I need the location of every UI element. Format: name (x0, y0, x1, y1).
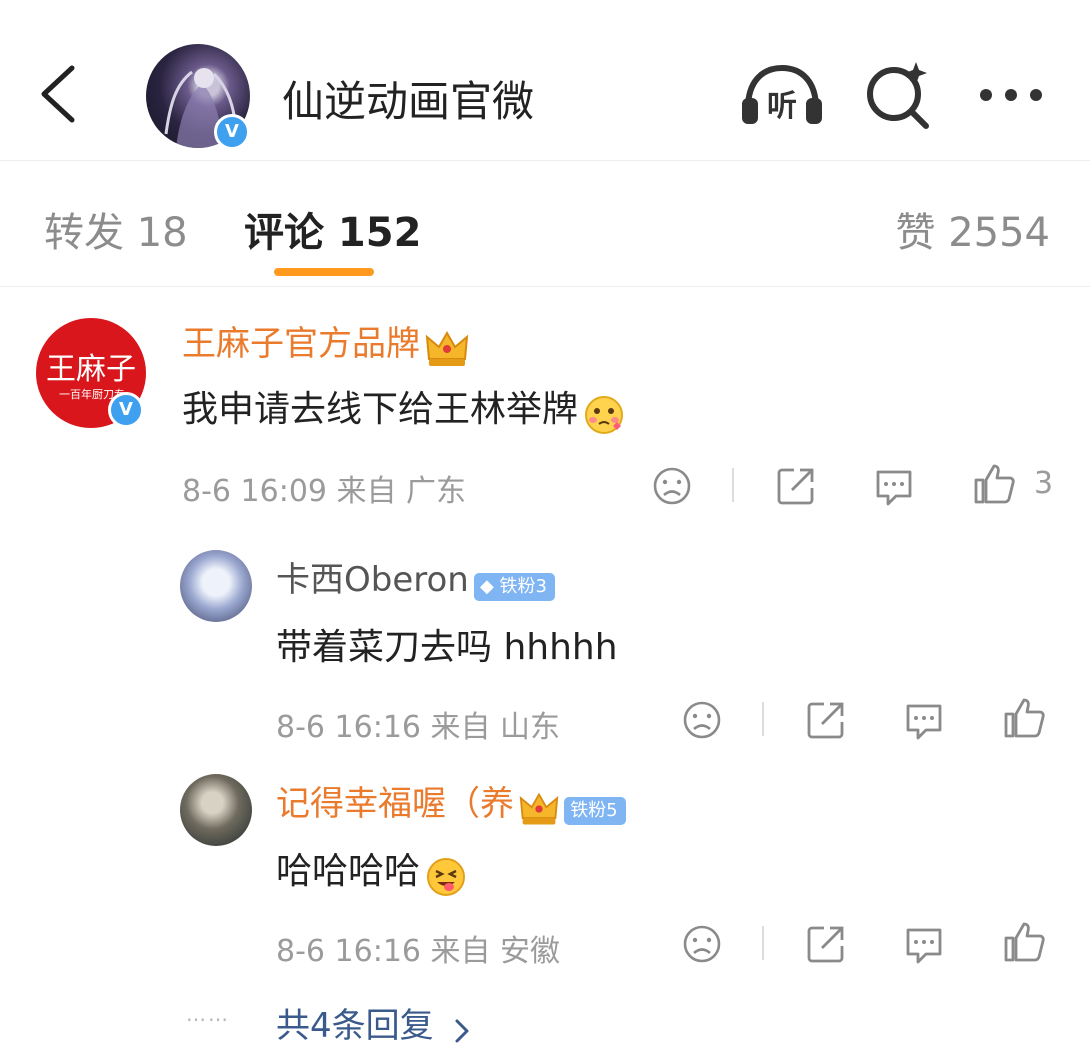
fan-badge: 铁粉5 (564, 796, 626, 825)
shy-emoji-icon (583, 394, 625, 440)
replier-avatar[interactable] (180, 550, 252, 622)
reply-text: 带着菜刀去吗 hhhhh (276, 627, 618, 668)
crown-badge-icon (425, 329, 469, 373)
commenter-name[interactable]: 王麻子官方品牌 (182, 324, 420, 364)
comment-text-row: 我申请去线下给王林举牌 (182, 380, 625, 440)
comment-name-row: 王麻子官方品牌 (182, 316, 469, 373)
listen-label: 听 (767, 89, 797, 124)
more-icon[interactable] (976, 80, 1046, 110)
reply-meta: 8-6 16:16 来自 安徽 (276, 934, 561, 969)
listen-icon[interactable]: 听 (740, 64, 824, 128)
account-title: 仙逆动画官微 (282, 77, 535, 126)
reply-name-row: 记得幸福喔（养 铁粉5 (276, 776, 626, 832)
dislike-icon[interactable] (650, 464, 694, 508)
dislike-icon[interactable] (680, 922, 724, 966)
reply-name-row: 卡西Oberon ◆ 铁粉3 (276, 552, 555, 601)
top-bar: V 仙逆动画官微 听 (0, 0, 1090, 161)
crown-badge-icon (519, 790, 559, 832)
fan-badge: ◆ 铁粉3 (473, 572, 555, 601)
replier-name[interactable]: 卡西Oberon (276, 560, 469, 600)
reply-icon[interactable] (872, 464, 916, 508)
more-replies-link[interactable]: 共4条回复 (276, 998, 471, 1049)
dislike-icon[interactable] (680, 698, 724, 742)
replier-name[interactable]: 记得幸福喔（养 (276, 784, 514, 824)
divider (732, 468, 734, 502)
share-icon[interactable] (804, 698, 848, 742)
replier-avatar[interactable] (180, 774, 252, 846)
reply-icon[interactable] (902, 698, 946, 742)
like-count: 3 (1034, 466, 1054, 501)
tab-comment[interactable]: 评论 152 (244, 200, 421, 258)
tab-like[interactable]: 赞 2554 (895, 200, 1050, 258)
divider (762, 926, 764, 960)
reply-icon[interactable] (902, 922, 946, 966)
active-tab-indicator (274, 268, 374, 276)
tab-bar: 转发 18 评论 152 赞 2554 (0, 160, 1090, 287)
fan-badge-label: 铁粉3 (499, 575, 547, 597)
diamond-icon: ◆ (479, 575, 494, 597)
reply-text-row: 哈哈哈哈 (276, 842, 467, 902)
verified-badge-icon: V (108, 392, 144, 428)
like-icon[interactable] (972, 462, 1016, 506)
more-replies-dots: …… (186, 1002, 230, 1026)
tab-repost[interactable]: 转发 18 (44, 200, 188, 258)
share-icon[interactable] (804, 922, 848, 966)
reply-text: 哈哈哈哈 (276, 851, 421, 892)
like-icon[interactable] (1002, 920, 1046, 964)
back-arrow-icon[interactable] (36, 62, 84, 126)
share-icon[interactable] (774, 464, 818, 508)
verified-badge-icon: V (214, 114, 250, 150)
search-sparkle-icon[interactable] (864, 60, 934, 130)
reply-meta: 8-6 16:16 来自 山东 (276, 710, 561, 745)
like-icon[interactable] (1002, 696, 1046, 740)
chevron-right-icon (453, 1017, 471, 1049)
avatar-brand-text: 王麻子 (46, 352, 136, 387)
divider (762, 702, 764, 736)
comment-meta: 8-6 16:09 来自 广东 (182, 474, 467, 509)
more-replies-label[interactable]: 共4条回复 (276, 1006, 434, 1046)
comment-text: 我申请去线下给王林举牌 (182, 389, 579, 430)
tongue-emoji-icon (425, 856, 467, 902)
